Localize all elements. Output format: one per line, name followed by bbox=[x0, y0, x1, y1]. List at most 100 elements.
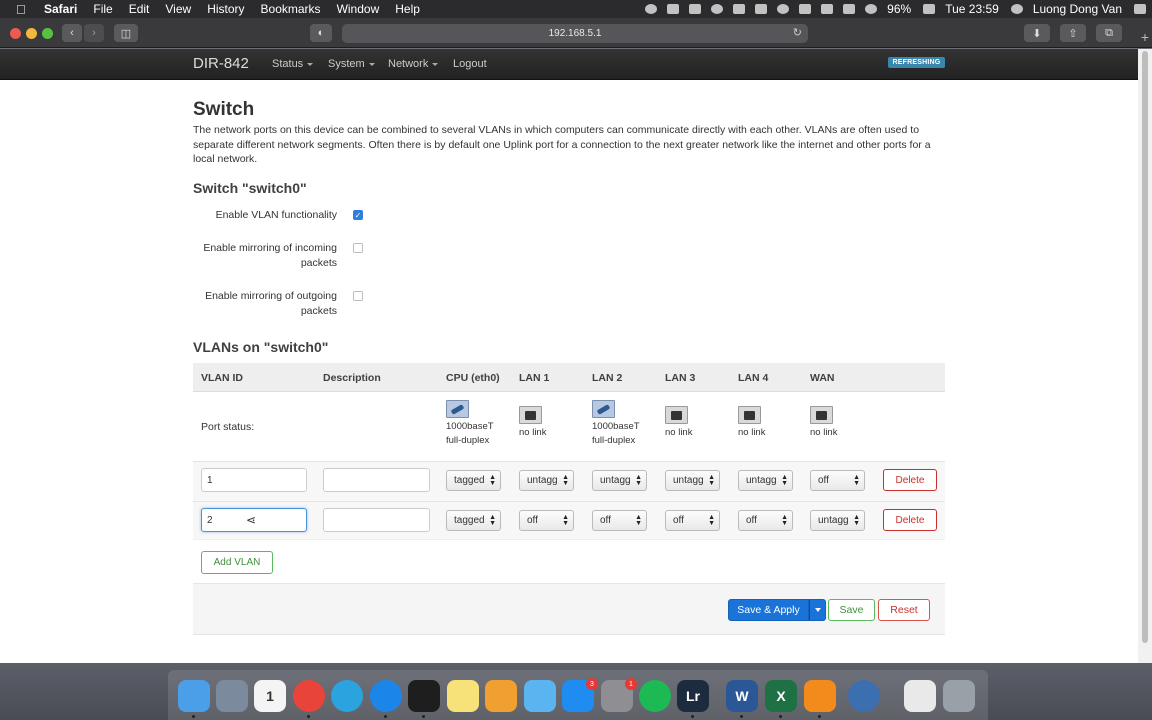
ethernet-port-icon bbox=[665, 406, 688, 424]
battery-percent[interactable]: 96% bbox=[887, 2, 911, 16]
vlan-description-input[interactable] bbox=[323, 508, 430, 532]
nav-logout[interactable]: Logout bbox=[453, 58, 487, 70]
forward-button[interactable]: › bbox=[84, 24, 104, 42]
photos-icon[interactable] bbox=[485, 680, 517, 712]
apple-icon[interactable]:  bbox=[16, 2, 30, 17]
new-tab-icon[interactable]: + bbox=[1141, 29, 1149, 45]
focus-icon[interactable] bbox=[711, 4, 724, 14]
input-method-icon[interactable] bbox=[843, 4, 856, 14]
share-button[interactable]: ⇧ bbox=[1060, 24, 1086, 42]
messages-icon[interactable] bbox=[524, 680, 556, 712]
downloads-button[interactable]: ⬇ bbox=[1024, 24, 1050, 42]
vlan-description-input[interactable] bbox=[323, 468, 430, 492]
icloud-icon[interactable] bbox=[755, 4, 768, 14]
record-icon[interactable] bbox=[645, 4, 658, 14]
battery-icon[interactable] bbox=[923, 4, 936, 14]
excel-icon[interactable]: X bbox=[765, 680, 797, 712]
bluetooth-icon[interactable] bbox=[821, 4, 834, 14]
menu-edit[interactable]: Edit bbox=[129, 2, 150, 16]
port-lan3-select[interactable]: off ▲ ▼ bbox=[665, 510, 720, 531]
notes-icon[interactable] bbox=[447, 680, 479, 712]
menu-bookmarks[interactable]: Bookmarks bbox=[261, 2, 321, 16]
cloud-sync-icon[interactable] bbox=[733, 4, 746, 14]
document-icon[interactable] bbox=[904, 680, 936, 712]
spotlight-icon[interactable] bbox=[1010, 4, 1023, 14]
control-center-icon[interactable] bbox=[1134, 4, 1146, 14]
minimize-window-icon[interactable] bbox=[26, 28, 37, 39]
menu-view[interactable]: View bbox=[165, 2, 191, 16]
delete-vlan-button[interactable]: Delete bbox=[883, 469, 937, 491]
safari-icon[interactable] bbox=[370, 680, 402, 712]
trash-icon[interactable] bbox=[943, 680, 975, 712]
word-icon[interactable]: W bbox=[726, 680, 758, 712]
menu-file[interactable]: File bbox=[93, 2, 112, 16]
lightroom-icon[interactable]: Lr bbox=[677, 680, 709, 712]
add-vlan-row: Add VLAN bbox=[193, 539, 945, 583]
add-vlan-button[interactable]: Add VLAN bbox=[201, 551, 273, 574]
port-cpu-select[interactable]: tagged ▲ ▼ bbox=[446, 510, 501, 531]
save-apply-button[interactable]: Save & Apply bbox=[728, 599, 809, 621]
select-value: tagged bbox=[454, 475, 485, 486]
back-button[interactable]: ‹ bbox=[62, 24, 82, 42]
calendar-icon[interactable]: 1 bbox=[254, 680, 286, 712]
port-lan4-select[interactable]: untagg ▲ ▼ bbox=[738, 470, 793, 491]
page-scrollbar[interactable] bbox=[1138, 49, 1152, 663]
spotify-icon[interactable] bbox=[639, 680, 671, 712]
port-status-text: no link bbox=[519, 427, 547, 438]
clock[interactable]: Tue 23:59 bbox=[945, 2, 999, 16]
vlc-tray-icon[interactable] bbox=[667, 4, 680, 14]
address-bar[interactable]: 192.168.5.1 ↻ bbox=[342, 24, 808, 43]
sidebar-button[interactable]: ◫ bbox=[114, 24, 138, 42]
port-lan1-select[interactable]: off ▲ ▼ bbox=[519, 510, 574, 531]
port-lan1-select[interactable]: untagg ▲ ▼ bbox=[519, 470, 574, 491]
menu-help[interactable]: Help bbox=[395, 2, 420, 16]
refreshing-badge[interactable]: REFRESHING bbox=[888, 57, 945, 68]
nav-system[interactable]: System bbox=[328, 58, 375, 70]
save-apply-dropdown-button[interactable] bbox=[809, 599, 826, 621]
airplay-icon[interactable] bbox=[777, 4, 790, 14]
scrollbar-thumb[interactable] bbox=[1142, 51, 1148, 643]
vlan-id-input[interactable]: 1 bbox=[201, 468, 307, 492]
brand-logo[interactable]: DIR-842 bbox=[193, 55, 249, 72]
port-lan3-select[interactable]: untagg ▲ ▼ bbox=[665, 470, 720, 491]
port-lan2-select[interactable]: untagg ▲ ▼ bbox=[592, 470, 647, 491]
mirror-incoming-checkbox[interactable] bbox=[353, 243, 363, 253]
tabs-overview-button[interactable]: ⧉ bbox=[1096, 24, 1122, 42]
nav-status[interactable]: Status bbox=[272, 58, 314, 70]
telegram-icon[interactable] bbox=[331, 680, 363, 712]
port-wan-select[interactable]: untagg ▲ ▼ bbox=[810, 510, 865, 531]
finder-icon[interactable] bbox=[178, 680, 210, 712]
port-lan2-select[interactable]: off ▲ ▼ bbox=[592, 510, 647, 531]
port-wan-select[interactable]: off ▲ ▼ bbox=[810, 470, 865, 491]
mirror-outgoing-checkbox[interactable] bbox=[353, 291, 363, 301]
reload-icon[interactable]: ↻ bbox=[793, 26, 802, 39]
menu-history[interactable]: History bbox=[207, 2, 244, 16]
rocket-icon[interactable] bbox=[216, 680, 248, 712]
chrome-icon[interactable] bbox=[293, 680, 325, 712]
vlc-icon[interactable] bbox=[804, 680, 836, 712]
form-actions: Save & Apply Save Reset bbox=[193, 583, 945, 635]
menu-app-name[interactable]: Safari bbox=[44, 2, 77, 16]
reset-button[interactable]: Reset bbox=[878, 599, 930, 621]
close-window-icon[interactable] bbox=[10, 28, 21, 39]
maximize-window-icon[interactable] bbox=[42, 28, 53, 39]
select-value: off bbox=[600, 515, 611, 526]
user-name[interactable]: Luong Dong Van bbox=[1033, 2, 1122, 16]
delete-vlan-button[interactable]: Delete bbox=[883, 509, 937, 531]
enable-vlan-checkbox[interactable]: ✓ bbox=[353, 210, 363, 220]
nav-network-label: Network bbox=[388, 58, 429, 70]
port-cpu-select[interactable]: tagged ▲ ▼ bbox=[446, 470, 501, 491]
port-lan4-select[interactable]: off ▲ ▼ bbox=[738, 510, 793, 531]
cloud-icon[interactable] bbox=[689, 4, 702, 14]
nav-network[interactable]: Network bbox=[388, 58, 439, 70]
mirror-outgoing-label: Enable mirroring of outgoing packets bbox=[205, 290, 337, 317]
updown-arrows-icon: ▲ ▼ bbox=[489, 474, 496, 487]
page-description: The network ports on this device can be … bbox=[193, 124, 931, 165]
menu-window[interactable]: Window bbox=[337, 2, 380, 16]
recorder-icon[interactable] bbox=[848, 680, 880, 712]
privacy-report-button[interactable]: ◐ bbox=[310, 24, 332, 42]
terminal-icon[interactable] bbox=[408, 680, 440, 712]
volume-icon[interactable] bbox=[799, 4, 812, 14]
wifi-icon[interactable] bbox=[865, 4, 878, 14]
save-button[interactable]: Save bbox=[828, 599, 875, 621]
